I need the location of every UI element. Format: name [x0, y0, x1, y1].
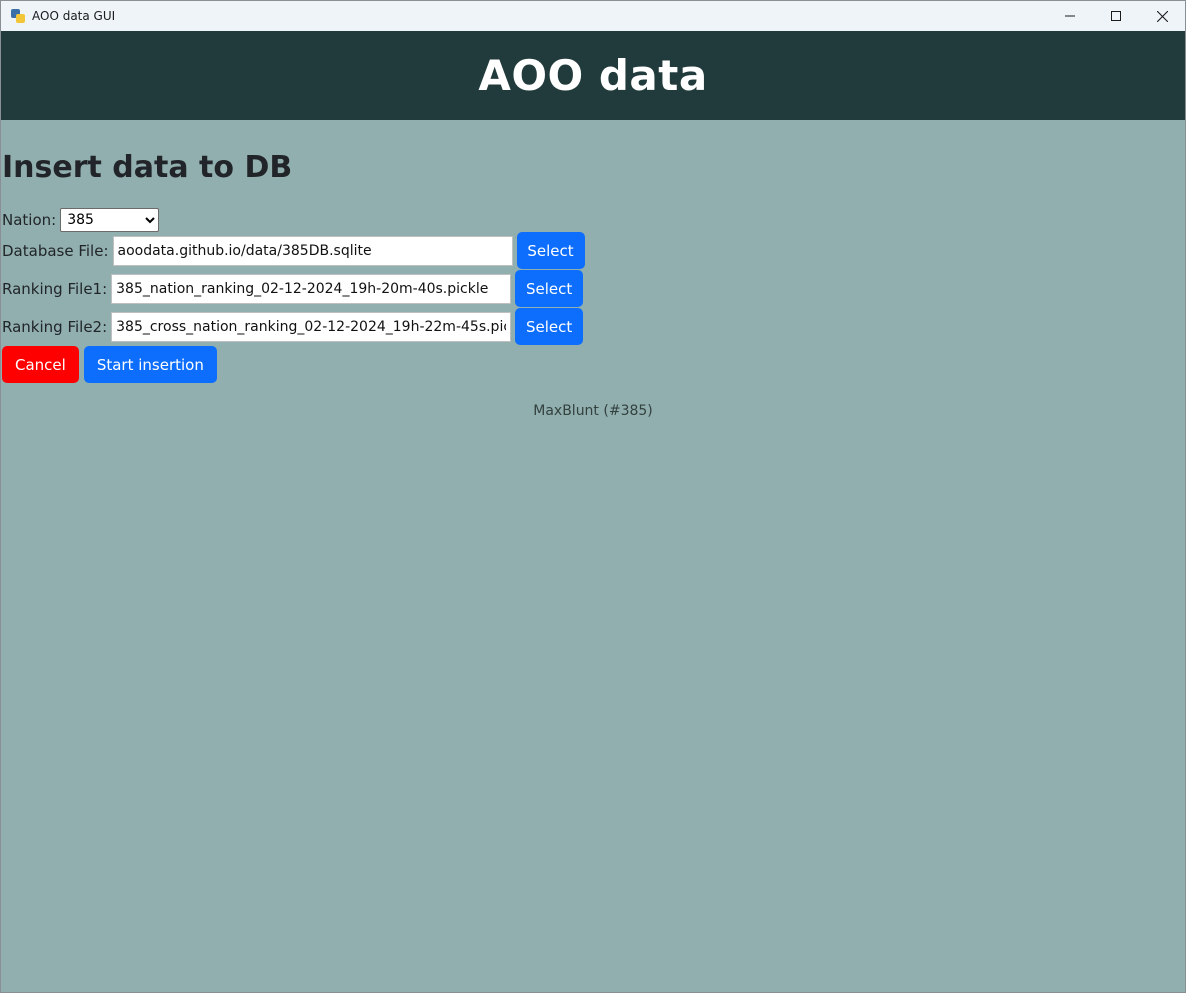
nation-label: Nation: — [2, 211, 57, 229]
minimize-icon — [1065, 15, 1075, 17]
ranking-file1-select-button[interactable]: Select — [515, 270, 584, 307]
ranking-file1-label: Ranking File1: — [2, 279, 108, 298]
database-file-label: Database File: — [2, 241, 109, 260]
app-header-title: AOO data — [478, 51, 708, 100]
database-file-input[interactable] — [112, 235, 513, 266]
user-credit: MaxBlunt (#385) — [533, 403, 653, 419]
database-file-row: Database File: Select — [2, 232, 585, 269]
cancel-button[interactable]: Cancel — [2, 346, 79, 383]
ranking-file1-input[interactable] — [111, 273, 512, 304]
ranking-file1-row: Ranking File1: Select — [2, 270, 584, 307]
close-icon — [1156, 10, 1168, 22]
minimize-button[interactable] — [1047, 1, 1093, 31]
window-title: AOO data GUI — [32, 9, 116, 23]
nation-row: Nation: 385 — [2, 208, 160, 232]
title-bar[interactable]: AOO data GUI — [1, 1, 1185, 31]
ranking-file2-row: Ranking File2: Select — [2, 308, 584, 345]
app-window: AOO data GUI AOO data Insert data to DB … — [0, 0, 1186, 993]
window-controls — [1047, 1, 1185, 31]
page-title: Insert data to DB — [2, 150, 293, 185]
start-insertion-button[interactable]: Start insertion — [83, 346, 217, 383]
maximize-icon — [1111, 11, 1121, 21]
python-icon — [10, 8, 26, 24]
ranking-file2-input[interactable] — [111, 311, 512, 342]
nation-select[interactable]: 385 — [60, 208, 160, 232]
action-row: Cancel Start insertion — [2, 346, 217, 383]
database-file-select-button[interactable]: Select — [516, 232, 585, 269]
app-header: AOO data — [1, 31, 1185, 120]
ranking-file2-select-button[interactable]: Select — [515, 308, 584, 345]
maximize-button[interactable] — [1093, 1, 1139, 31]
ranking-file2-label: Ranking File2: — [2, 317, 108, 336]
close-button[interactable] — [1139, 1, 1185, 31]
